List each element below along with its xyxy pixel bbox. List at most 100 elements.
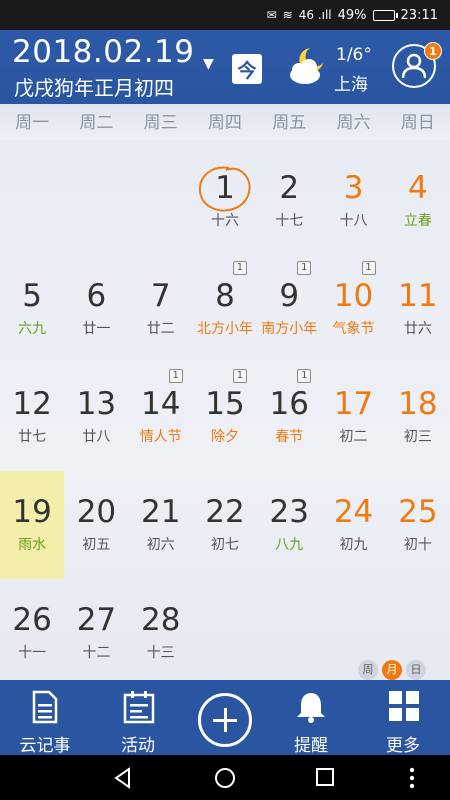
calendar-day-25[interactable]: 25 初十 bbox=[386, 471, 450, 579]
day-number: 19 bbox=[12, 494, 52, 530]
home-icon[interactable] bbox=[214, 767, 236, 789]
calendar-day-7[interactable]: 7 廿二 bbox=[129, 255, 193, 363]
calendar-day-8[interactable]: 1 8 北方小年 bbox=[193, 255, 257, 363]
battery-percent: 49% bbox=[337, 7, 367, 23]
calendar-day-4[interactable]: 4 立春 bbox=[386, 147, 450, 255]
lunar-day-label: 六九 bbox=[18, 321, 47, 337]
lunar-day-label: 春节 bbox=[275, 429, 304, 445]
calendar-empty-cell bbox=[257, 579, 321, 687]
nav-activity[interactable]: 活动 bbox=[93, 680, 183, 756]
moon-cloud-icon[interactable] bbox=[285, 44, 329, 88]
day-number: 5 bbox=[22, 278, 42, 314]
plus-circle-icon[interactable] bbox=[198, 693, 252, 747]
grid-icon bbox=[389, 691, 419, 721]
current-date[interactable]: 2018.02.19 bbox=[12, 34, 195, 70]
lunar-day-label: 初五 bbox=[82, 537, 111, 553]
calendar-day-2[interactable]: 2 十七 bbox=[257, 147, 321, 255]
day-number: 11 bbox=[398, 278, 438, 314]
calendar-day-5[interactable]: 5 六九 bbox=[0, 255, 64, 363]
day-number: 4 bbox=[407, 170, 428, 206]
lunar-day-label: 南方小年 bbox=[261, 321, 318, 337]
nav-reminder[interactable]: 提醒 bbox=[266, 680, 356, 756]
calendar-day-10[interactable]: 1 10 气象节 bbox=[321, 255, 385, 363]
nav-more[interactable]: 更多 bbox=[358, 680, 448, 756]
weekday-fri: 周五 bbox=[272, 113, 307, 133]
app-header: 2018.02.19 戊戌狗年正月初四 ▼ 今 1/6° 上海 1 bbox=[0, 30, 450, 104]
weekday-sun: 周日 bbox=[400, 113, 435, 133]
lunar-date[interactable]: 戊戌狗年正月初四 bbox=[14, 72, 174, 101]
day-number: 15 bbox=[205, 386, 245, 422]
nav-more-label: 更多 bbox=[386, 736, 420, 756]
calendar-day-11[interactable]: 11 廿六 bbox=[386, 255, 450, 363]
lunar-day-label: 初七 bbox=[210, 537, 239, 553]
menu-dots-icon[interactable] bbox=[409, 767, 415, 789]
weekday-wed: 周三 bbox=[143, 113, 178, 133]
lunar-day-label: 廿七 bbox=[18, 429, 47, 445]
day-number: 22 bbox=[205, 494, 245, 530]
calendar-day-3[interactable]: 3 十八 bbox=[321, 147, 385, 255]
day-number: 13 bbox=[76, 386, 117, 422]
day-number: 1 bbox=[215, 170, 235, 206]
recents-icon[interactable] bbox=[315, 767, 335, 787]
calendar-day-14[interactable]: 1 14 情人节 bbox=[129, 363, 193, 471]
lunar-day-label: 除夕 bbox=[210, 429, 239, 445]
lunar-day-label: 初九 bbox=[339, 537, 368, 553]
calendar-day-26[interactable]: 26 十一 bbox=[0, 579, 64, 687]
weekday-tue: 周二 bbox=[79, 113, 114, 133]
back-icon[interactable] bbox=[112, 767, 134, 789]
lunar-day-label: 初六 bbox=[146, 537, 175, 553]
day-number: 8 bbox=[215, 278, 235, 314]
lunar-day-label: 初二 bbox=[339, 429, 368, 445]
event-count-badge: 1 bbox=[297, 261, 312, 275]
calendar-day-27[interactable]: 27 十二 bbox=[64, 579, 128, 687]
month-view-button[interactable]: 月 bbox=[382, 660, 402, 680]
nav-reminder-label: 提醒 bbox=[294, 736, 328, 756]
day-number: 21 bbox=[140, 494, 181, 530]
weekday-sat: 周六 bbox=[336, 113, 371, 133]
calendar-day-13[interactable]: 13 廿八 bbox=[64, 363, 128, 471]
day-number: 26 bbox=[12, 602, 52, 638]
weekday-header: 周一 周二 周三 周四 周五 周六 周日 bbox=[0, 104, 450, 142]
calendar-day-28[interactable]: 28 十三 bbox=[129, 579, 193, 687]
chevron-down-icon[interactable]: ▼ bbox=[203, 56, 214, 72]
notification-badge: 1 bbox=[424, 42, 442, 60]
temperature: 1/6° bbox=[336, 45, 372, 65]
lunar-day-label: 十一 bbox=[18, 645, 47, 661]
lunar-day-label: 十八 bbox=[339, 213, 368, 229]
calendar-day-23[interactable]: 23 八九 bbox=[257, 471, 321, 579]
calendar-day-24[interactable]: 24 初九 bbox=[321, 471, 385, 579]
day-number: 25 bbox=[398, 494, 438, 530]
notification-icon: ✉ bbox=[266, 8, 277, 22]
lunar-day-label: 气象节 bbox=[332, 321, 375, 337]
document-icon bbox=[32, 690, 58, 724]
wifi-icon: ≋ bbox=[282, 8, 293, 22]
day-number: 6 bbox=[86, 278, 107, 314]
nav-notes[interactable]: 云记事 bbox=[0, 680, 90, 756]
weekday-mon: 周一 bbox=[15, 113, 50, 133]
week-view-button[interactable]: 周 bbox=[358, 660, 378, 680]
lunar-day-label: 廿一 bbox=[82, 321, 111, 337]
nav-notes-label: 云记事 bbox=[19, 736, 71, 756]
calendar-day-19[interactable]: 19 雨水 bbox=[0, 471, 65, 579]
day-view-button[interactable]: 日 bbox=[406, 660, 426, 680]
calendar-day-18[interactable]: 18 初三 bbox=[386, 363, 450, 471]
calendar-day-17[interactable]: 17 初二 bbox=[321, 363, 385, 471]
day-number: 16 bbox=[269, 386, 309, 422]
calendar-day-12[interactable]: 12 廿七 bbox=[0, 363, 64, 471]
day-number: 28 bbox=[140, 602, 181, 638]
day-number: 20 bbox=[76, 494, 117, 530]
calendar-day-15[interactable]: 1 15 除夕 bbox=[193, 363, 257, 471]
calendar-day-1[interactable]: 1 十六 bbox=[193, 147, 257, 255]
calendar-day-16[interactable]: 1 16 春节 bbox=[257, 363, 321, 471]
calendar-day-9[interactable]: 1 9 南方小年 bbox=[257, 255, 321, 363]
calendar-day-21[interactable]: 21 初六 bbox=[129, 471, 193, 579]
today-button[interactable]: 今 bbox=[232, 54, 262, 84]
lunar-day-label: 十七 bbox=[275, 213, 304, 229]
calendar-day-20[interactable]: 20 初五 bbox=[64, 471, 128, 579]
day-number: 7 bbox=[150, 278, 171, 314]
calendar-empty-cell bbox=[129, 147, 193, 255]
view-switch: 周 月 日 bbox=[358, 660, 426, 680]
calendar-day-22[interactable]: 22 初七 bbox=[193, 471, 257, 579]
calendar-day-6[interactable]: 6 廿一 bbox=[64, 255, 128, 363]
day-number: 18 bbox=[398, 386, 438, 422]
